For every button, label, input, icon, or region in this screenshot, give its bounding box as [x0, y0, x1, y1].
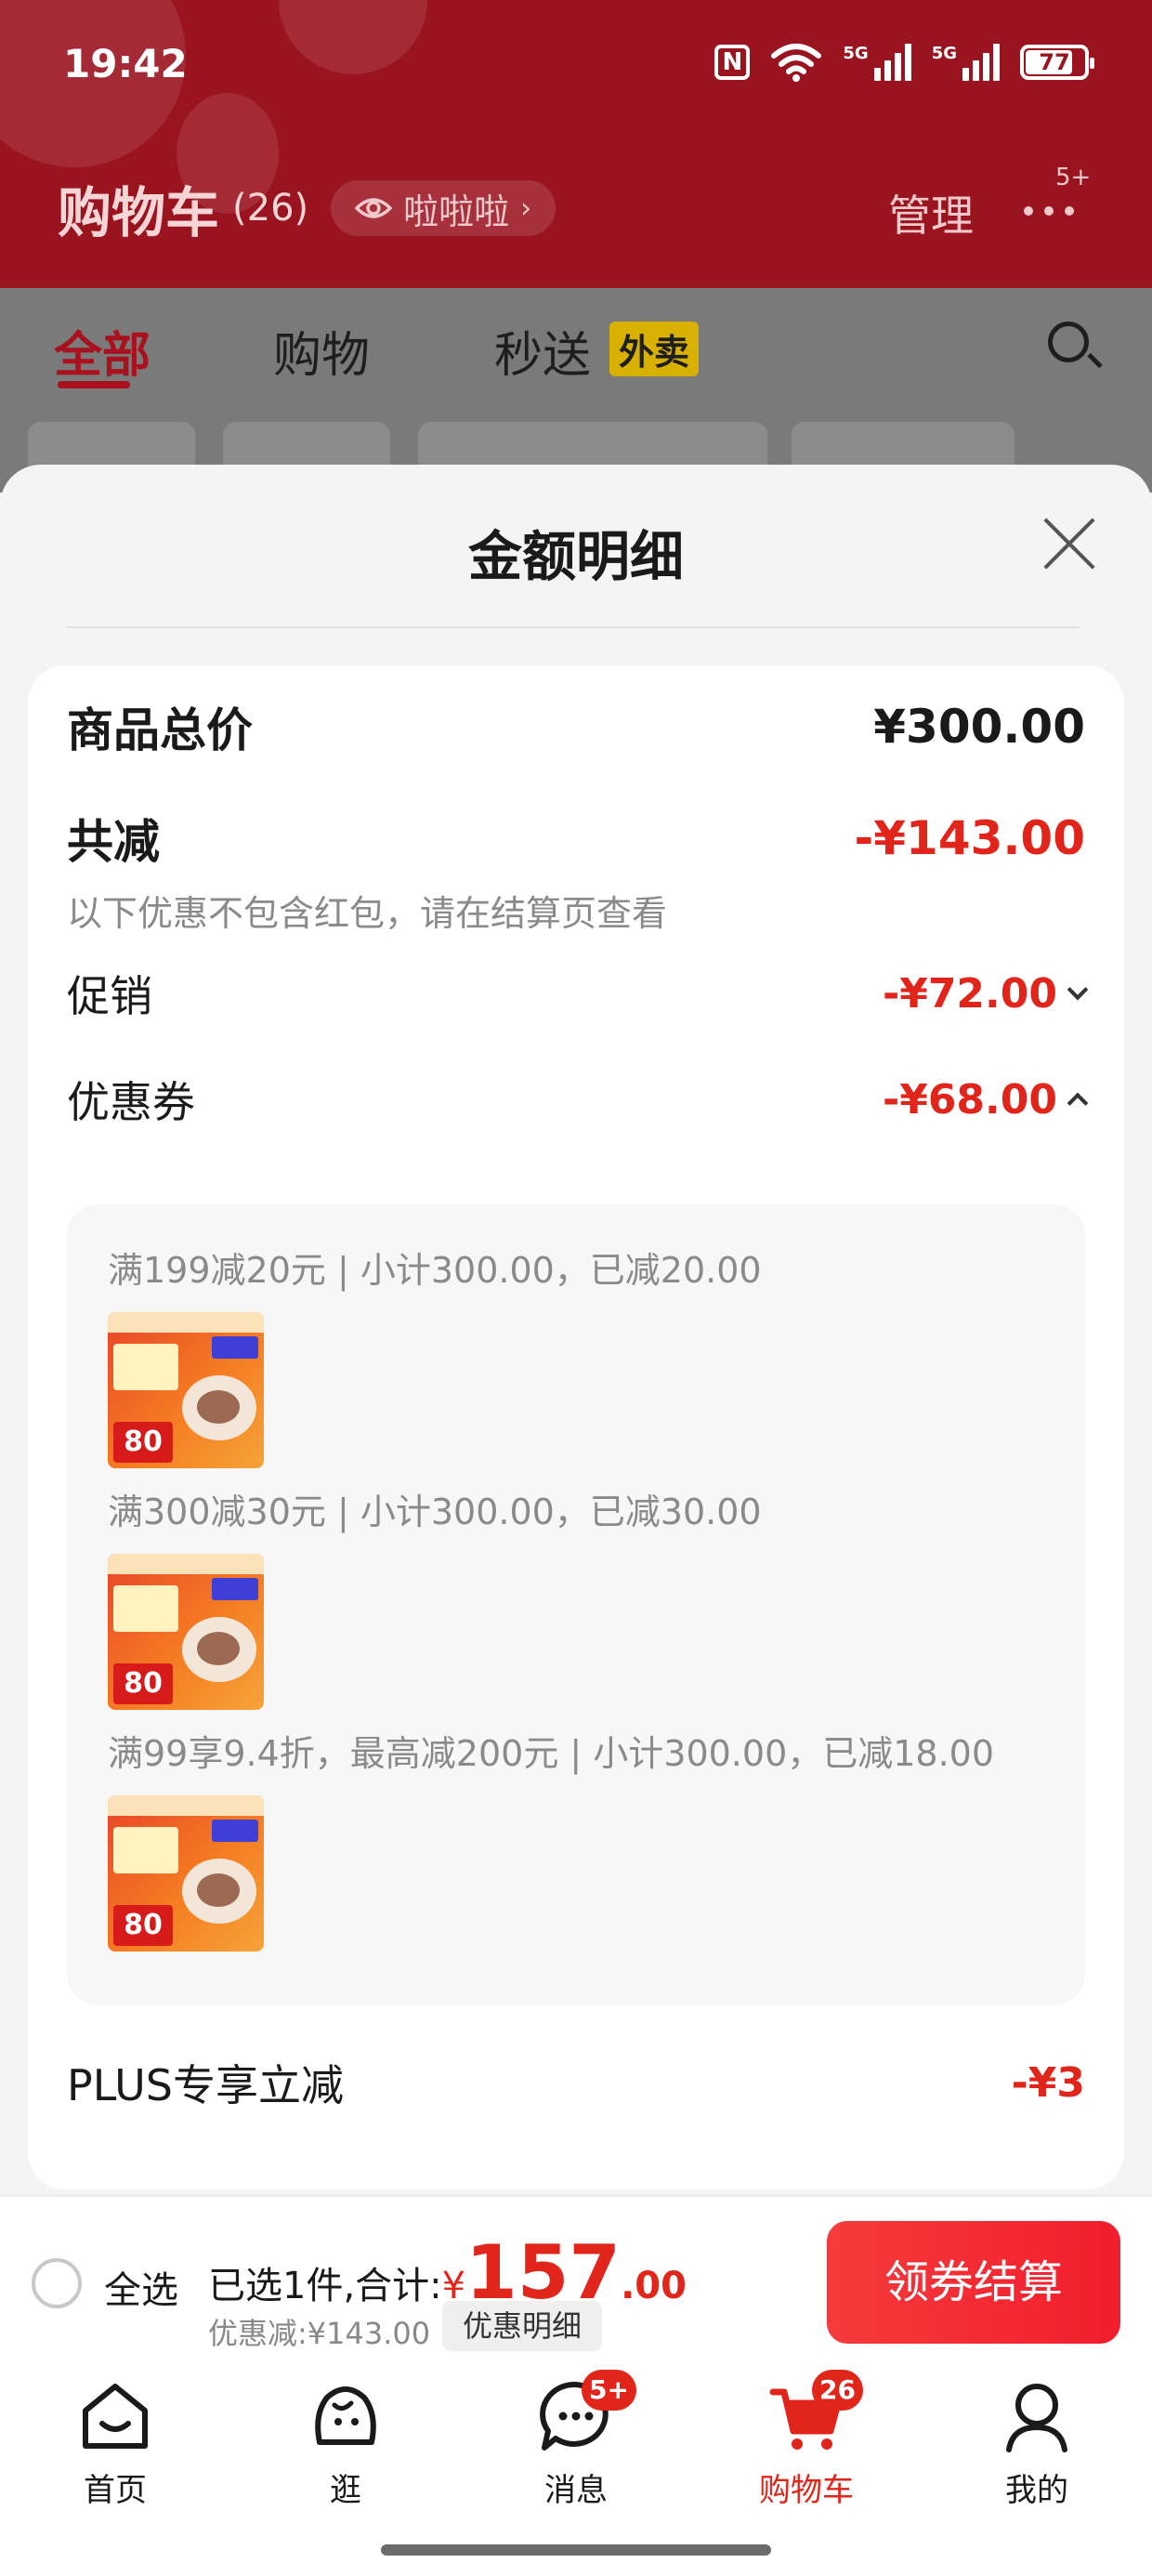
status-time: 19:42 [63, 41, 188, 86]
total-decimal: .00 [621, 2265, 687, 2307]
cart-icon: 26 [767, 2370, 863, 2455]
selected-prefix: 已选1件,合计: [208, 2265, 442, 2307]
coupon-rule: 满199减20元 | 小计300.00，已减20.00 [108, 1250, 762, 1291]
home-icon [76, 2377, 154, 2455]
manage-button[interactable]: 管理 [888, 182, 974, 243]
divider [67, 626, 1080, 628]
search-icon[interactable] [1048, 322, 1089, 362]
discount-detail-button[interactable]: 优惠明细 [442, 2301, 603, 2351]
total-label: 商品总价 [67, 703, 253, 757]
total-integer: 157 [465, 2229, 622, 2316]
total-amount: ¥300.00 [873, 700, 1085, 754]
plus-label: PLUS专享立减 [67, 2060, 344, 2110]
promo-label: 促销 [67, 971, 152, 1021]
coupon-rule: 满99享9.4折，最高减200元 | 小计300.00，已减18.00 [108, 1733, 995, 1774]
nfc-icon: N [714, 45, 751, 80]
coupon-label: 优惠券 [67, 1077, 195, 1127]
tab-label: 首页 [84, 2472, 147, 2509]
cart-badge: 26 [812, 2370, 863, 2411]
thumb-price: 80 [113, 1905, 173, 1946]
wifi-icon [771, 44, 822, 82]
tab-messages[interactable]: 5+ 消息 [502, 2370, 650, 2510]
reduce-row: 共减 -¥143.00 [67, 805, 1085, 872]
plus-row: PLUS专享立减 -¥3 [67, 2052, 1085, 2113]
chevron-right-icon: › [520, 191, 532, 225]
promo-amount: -¥72.00 [882, 969, 1057, 1018]
more-icon[interactable] [1022, 195, 1087, 223]
cart-tabs: 全部 购物 秒送 [0, 316, 1152, 390]
sheet-title: 金额明细 [467, 525, 684, 588]
message-badge: 5+ [582, 2370, 636, 2411]
address-label: 啦啦啦 [403, 191, 510, 232]
tab-active-indicator [58, 381, 130, 388]
checkout-button[interactable]: 领券结算 [827, 2221, 1120, 2344]
close-icon[interactable] [1041, 515, 1098, 572]
select-all-label[interactable]: 全选 [104, 2260, 178, 2314]
select-all-checkbox[interactable] [32, 2258, 82, 2308]
network-type: 5G [931, 44, 957, 63]
tab-label: 我的 [1005, 2472, 1068, 2509]
reduce-label: 共减 [67, 815, 160, 869]
message-icon: 5+ [537, 2370, 636, 2455]
coupon-amount: -¥68.00 [882, 1075, 1057, 1124]
tab-label: 消息 [544, 2472, 608, 2509]
plus-amount: -¥3 [1011, 2058, 1086, 2107]
coupon-box-bg: 满199减20元 | 小计300.00，已减20.00 80 满300减30元 … [67, 1204, 1085, 2005]
discount-text: 优惠减:¥143.00 [208, 2316, 431, 2351]
page-title: 购物车 [58, 181, 220, 244]
battery-icon: 77 [1020, 45, 1094, 80]
cart-title-row: 购物车 (26) 啦啦啦 › [58, 169, 556, 247]
tab-shopping[interactable]: 购物 [273, 316, 370, 386]
thumb-price: 80 [113, 1422, 173, 1463]
reduce-note: 以下优惠不包含红包，请在结算页查看 [67, 893, 668, 934]
coupon-row[interactable]: 优惠券 -¥68.00 [67, 1069, 1089, 1130]
tab-browse[interactable]: 逛 [271, 2377, 420, 2510]
chevron-down-icon [1067, 979, 1089, 1001]
checkout-bar: 全选 已选1件,合计: ¥ 157 .00 优惠减:¥143.00 优惠明细 领… [0, 2195, 1152, 2360]
network-type: 5G [843, 44, 869, 63]
tab-label: 购物车 [759, 2472, 854, 2509]
chevron-up-icon [1067, 1092, 1089, 1114]
promo-row[interactable]: 促销 -¥72.00 [67, 963, 1089, 1024]
home-indicator[interactable] [381, 2544, 771, 2556]
thumb-price: 80 [113, 1663, 173, 1704]
tab-instant[interactable]: 秒送 [494, 316, 591, 386]
profile-icon [998, 2377, 1076, 2455]
product-thumbnail[interactable]: 80 [108, 1554, 264, 1710]
eye-icon [355, 198, 393, 218]
reduce-amount: -¥143.00 [854, 811, 1086, 865]
browse-icon [307, 2377, 385, 2455]
total-row: 商品总价 ¥300.00 [67, 693, 1085, 760]
tab-home[interactable]: 首页 [41, 2377, 190, 2510]
tab-label: 逛 [330, 2472, 361, 2509]
signal-icon: 5G [843, 44, 911, 81]
signal-icon: 5G [932, 44, 1000, 81]
tab-profile[interactable]: 我的 [962, 2377, 1111, 2510]
total-summary: 已选1件,合计: ¥ 157 .00 [208, 2229, 687, 2316]
waimai-badge: 外卖 [609, 322, 700, 376]
header: 19:42 N 5G 5G 77 购物车 (26) 啦啦啦 › 管理 5+ [0, 0, 1152, 288]
status-bar: 19:42 N 5G 5G 77 [0, 0, 1152, 130]
status-icons: N 5G 5G 77 [714, 43, 1094, 82]
more-badge: 5+ [1055, 164, 1092, 191]
address-pill[interactable]: 啦啦啦 › [331, 180, 556, 236]
cart-count: (26) [232, 187, 309, 230]
battery-level: 77 [1039, 49, 1070, 75]
coupon-rule: 满300减30元 | 小计300.00，已减30.00 [108, 1492, 762, 1532]
tab-all[interactable]: 全部 [54, 316, 151, 386]
product-thumbnail[interactable]: 80 [108, 1312, 264, 1468]
product-thumbnail[interactable]: 80 [108, 1795, 264, 1952]
tab-cart[interactable]: 26 购物车 [732, 2370, 881, 2510]
